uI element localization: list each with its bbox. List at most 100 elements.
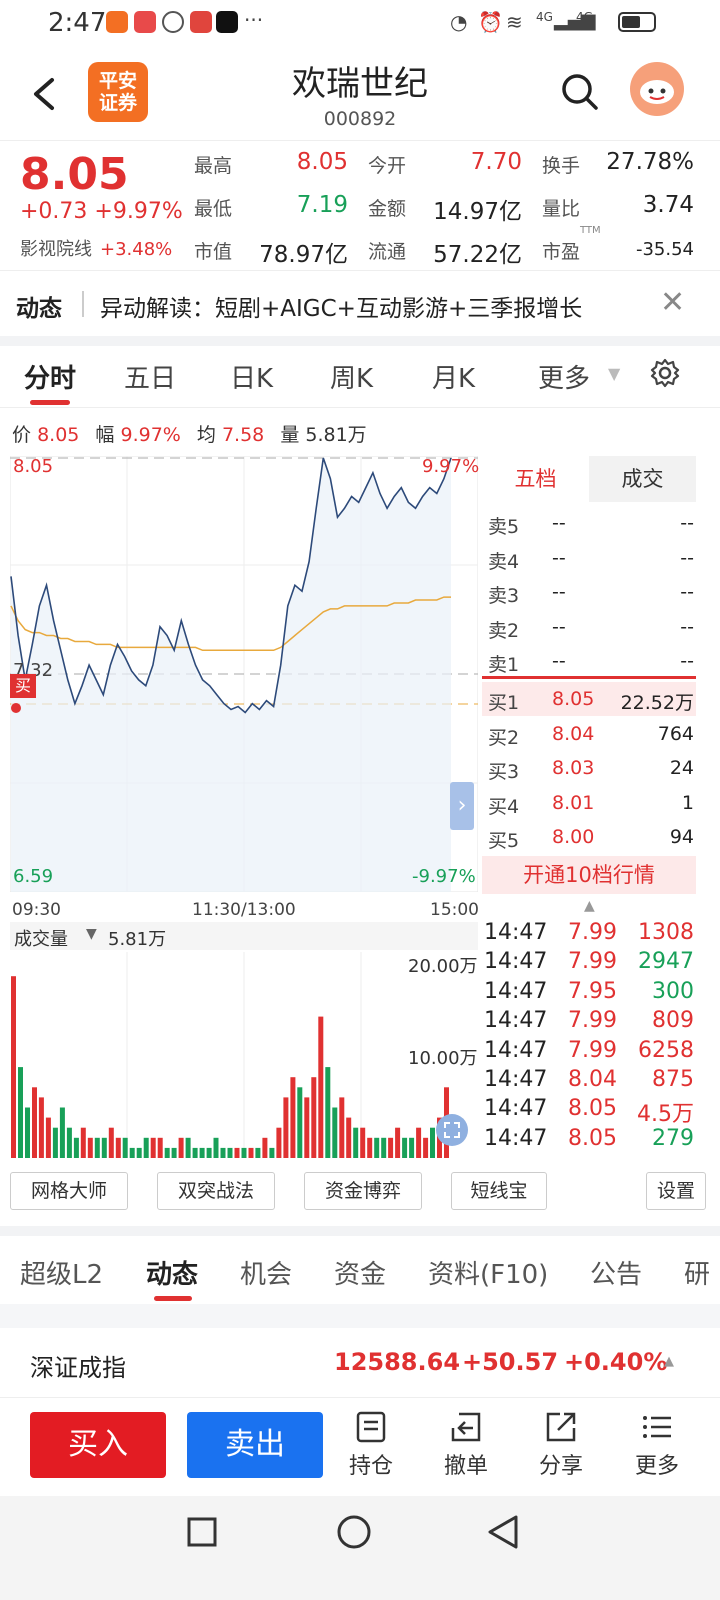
tab-intraday[interactable]: 分时 bbox=[24, 358, 76, 395]
signal-4g-label: 4G bbox=[536, 10, 553, 24]
tab-research[interactable]: 研 bbox=[684, 1254, 710, 1291]
volume-bar bbox=[388, 1137, 394, 1158]
tab-weekly-k[interactable]: 周K bbox=[330, 358, 373, 395]
level-price: -- bbox=[552, 546, 566, 569]
bid-row[interactable]: 买2 8.04 764 bbox=[482, 717, 696, 751]
news-banner[interactable]: 动态 异动解读：短剧+AIGC+互动影游+三季报增长 ✕ bbox=[0, 270, 720, 336]
home-icon[interactable] bbox=[336, 1514, 372, 1550]
ask-row[interactable]: 卖5 -- -- bbox=[482, 506, 696, 540]
volume-bar bbox=[45, 1117, 51, 1158]
tool-settings[interactable]: 设置 bbox=[646, 1172, 706, 1210]
index-ticker[interactable]: 深证成指 12588.64 +50.57 +0.40% ▲ bbox=[0, 1328, 720, 1398]
volume-bar bbox=[38, 1097, 44, 1158]
volume-bar bbox=[25, 1107, 30, 1158]
document-icon bbox=[356, 1411, 386, 1443]
ttm-superscript: TTM bbox=[580, 225, 601, 236]
level-price: 8.04 bbox=[552, 722, 595, 745]
stock-header: 平安 证券 欢瑞世纪 000892 bbox=[0, 44, 720, 140]
bid-row[interactable]: 买3 8.03 24 bbox=[482, 751, 696, 785]
ask-row[interactable]: 卖1 -- -- bbox=[482, 644, 696, 678]
recents-icon[interactable] bbox=[186, 1516, 218, 1548]
level-label: 卖4 bbox=[488, 550, 520, 573]
expand-up-icon[interactable]: ▲ bbox=[664, 1354, 674, 1369]
expand-panel-icon[interactable]: › bbox=[450, 782, 474, 830]
scroll-up-icon[interactable]: ▲ bbox=[584, 898, 595, 914]
dropdown-icon[interactable]: ▼ bbox=[86, 926, 97, 942]
search-icon[interactable] bbox=[560, 72, 600, 112]
volume-bar bbox=[171, 1147, 177, 1158]
volume-bar bbox=[255, 1147, 261, 1158]
volume-bar bbox=[430, 1127, 435, 1158]
volume-bar bbox=[367, 1137, 373, 1158]
buy-marker[interactable]: 买 bbox=[10, 674, 36, 698]
tab-more[interactable]: 更多 bbox=[538, 358, 590, 395]
share-button[interactable]: 分享 bbox=[526, 1410, 596, 1480]
trade-tick-row: 14:47 7.99 809 bbox=[482, 1008, 696, 1038]
volume-bar bbox=[80, 1127, 86, 1158]
quote-label: 市盈 bbox=[542, 241, 581, 263]
buy-button[interactable]: 买入 bbox=[30, 1412, 166, 1478]
volume-indicator-select[interactable]: 成交量 bbox=[14, 925, 68, 951]
tab-funds[interactable]: 资金 bbox=[334, 1254, 386, 1291]
news-tag: 动态 bbox=[16, 296, 62, 322]
bid-row[interactable]: 买4 8.01 1 bbox=[482, 786, 696, 820]
back-icon[interactable] bbox=[486, 1514, 520, 1550]
tab-super-l2[interactable]: 超级L2 bbox=[20, 1254, 103, 1291]
tab-opportunity[interactable]: 机会 bbox=[240, 1254, 292, 1291]
tick-volume: 279 bbox=[652, 1125, 694, 1151]
tab-level5[interactable]: 五档 bbox=[482, 456, 589, 502]
tab-5day[interactable]: 五日 bbox=[124, 358, 176, 395]
tab-f10[interactable]: 资料(F10) bbox=[428, 1254, 548, 1291]
tool-fund-game[interactable]: 资金博弈 bbox=[304, 1172, 422, 1210]
volume-bar bbox=[339, 1097, 345, 1158]
trade-tick-row: 14:47 7.95 300 bbox=[482, 979, 696, 1009]
intraday-price-chart[interactable] bbox=[10, 456, 478, 892]
tool-grid-master[interactable]: 网格大师 bbox=[10, 1172, 128, 1210]
quote-label: 最低 bbox=[194, 198, 233, 220]
assistant-avatar[interactable] bbox=[630, 62, 684, 116]
fullscreen-icon[interactable] bbox=[436, 1114, 468, 1146]
divider bbox=[0, 1226, 720, 1236]
volume-bar bbox=[73, 1137, 79, 1158]
tool-double-breakout[interactable]: 双突战法 bbox=[157, 1172, 275, 1210]
holdings-button[interactable]: 持仓 bbox=[336, 1410, 406, 1480]
news-text: 异动解读：短剧+AIGC+互动影游+三季报增长 bbox=[100, 296, 583, 322]
volume-bar bbox=[206, 1147, 212, 1158]
stock-code: 000892 bbox=[323, 108, 397, 130]
more-notifications-icon: ··· bbox=[244, 8, 264, 32]
tick-volume: 875 bbox=[652, 1067, 694, 1092]
quote-label: 量比 bbox=[542, 198, 581, 220]
bid-row[interactable]: 买5 8.00 94 bbox=[482, 820, 696, 854]
quote-summary: 8.05 +0.73 +9.97% 影视院线 +3.48% 最高 8.05 今开 … bbox=[0, 140, 720, 270]
y-min-price: 6.59 bbox=[13, 866, 54, 887]
level-price: -- bbox=[552, 650, 566, 673]
tab-monthly-k[interactable]: 月K bbox=[432, 358, 475, 395]
ask-row[interactable]: 卖4 -- -- bbox=[482, 541, 696, 575]
tiktok-icon bbox=[216, 11, 238, 33]
tick-volume: 6258 bbox=[638, 1037, 694, 1063]
orderbook-tabs: 五档 成交 bbox=[482, 456, 696, 502]
dropdown-icon[interactable]: ▼ bbox=[608, 364, 620, 383]
tick-price: 8.05 bbox=[568, 1125, 617, 1151]
ask-row[interactable]: 卖2 -- -- bbox=[482, 610, 696, 644]
tab-announcements[interactable]: 公告 bbox=[590, 1254, 642, 1291]
sell-button[interactable]: 卖出 bbox=[187, 1412, 323, 1478]
close-icon[interactable]: ✕ bbox=[660, 285, 685, 320]
more-button[interactable]: 更多 bbox=[622, 1410, 692, 1480]
sector-link[interactable]: 影视院线 +3.48% bbox=[20, 235, 172, 261]
ask-row[interactable]: 卖3 -- -- bbox=[482, 575, 696, 609]
tab-daily-k[interactable]: 日K bbox=[230, 358, 273, 395]
volume-bar bbox=[143, 1137, 149, 1158]
tick-volume: 300 bbox=[652, 978, 694, 1004]
open-10-level-button[interactable]: 开通10档行情 bbox=[482, 856, 696, 894]
tool-short-line[interactable]: 短线宝 bbox=[451, 1172, 547, 1210]
bid-row[interactable]: 买1 8.05 22.52万 bbox=[482, 682, 696, 716]
tab-trades[interactable]: 成交 bbox=[589, 456, 696, 502]
settings-gear-icon[interactable] bbox=[650, 358, 680, 388]
quote-label: 市值 bbox=[194, 241, 233, 263]
menu-icon bbox=[643, 1416, 671, 1438]
volume-bar bbox=[213, 1137, 219, 1158]
tick-time: 14:47 bbox=[484, 978, 548, 1004]
cancel-order-button[interactable]: 撤单 bbox=[431, 1410, 501, 1480]
tab-news[interactable]: 动态 bbox=[146, 1254, 198, 1291]
